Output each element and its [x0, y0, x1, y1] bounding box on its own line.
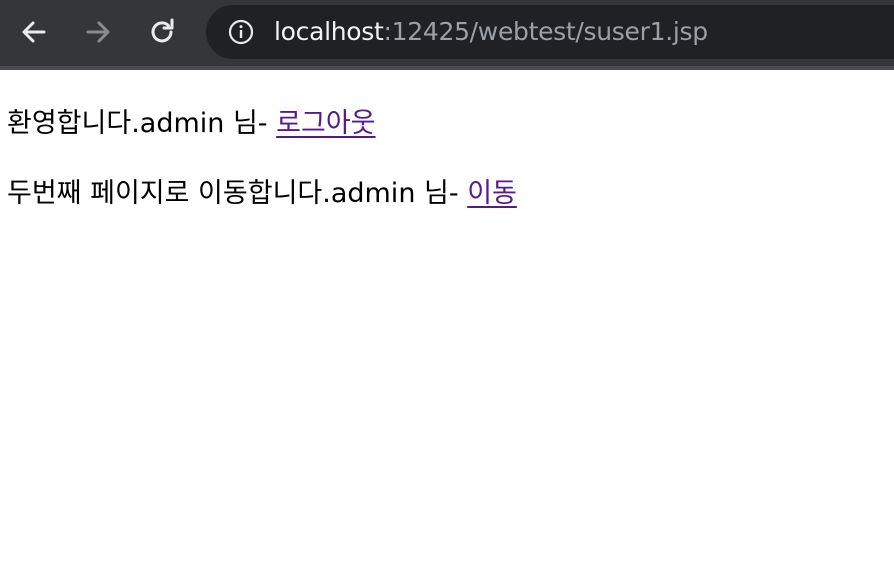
url-text[interactable]: localhost:12425/webtest/suser1.jsp — [274, 5, 708, 59]
browser-toolbar: localhost:12425/webtest/suser1.jsp — [0, 0, 894, 70]
url-host: localhost — [274, 17, 384, 46]
move-link[interactable]: 이동 — [467, 178, 517, 209]
welcome-text: 환영합니다.admin 님- — [7, 108, 277, 139]
back-arrow-icon — [22, 21, 46, 43]
forward-arrow-icon — [86, 21, 110, 43]
reload-icon — [151, 18, 174, 43]
back-button[interactable] — [16, 14, 52, 50]
reload-button[interactable] — [144, 14, 180, 50]
info-icon[interactable] — [228, 19, 254, 45]
move-line: 두번째 페이지로 이동합니다.admin 님- 이동 — [7, 171, 517, 210]
welcome-line: 환영합니다.admin 님- 로그아웃 — [7, 101, 376, 140]
forward-button[interactable] — [80, 14, 116, 50]
url-path: :12425/webtest/suser1.jsp — [383, 17, 709, 46]
logout-link[interactable]: 로그아웃 — [276, 108, 375, 139]
address-bar[interactable]: localhost:12425/webtest/suser1.jsp — [206, 5, 894, 59]
move-text: 두번째 페이지로 이동합니다.admin 님- — [7, 178, 468, 209]
